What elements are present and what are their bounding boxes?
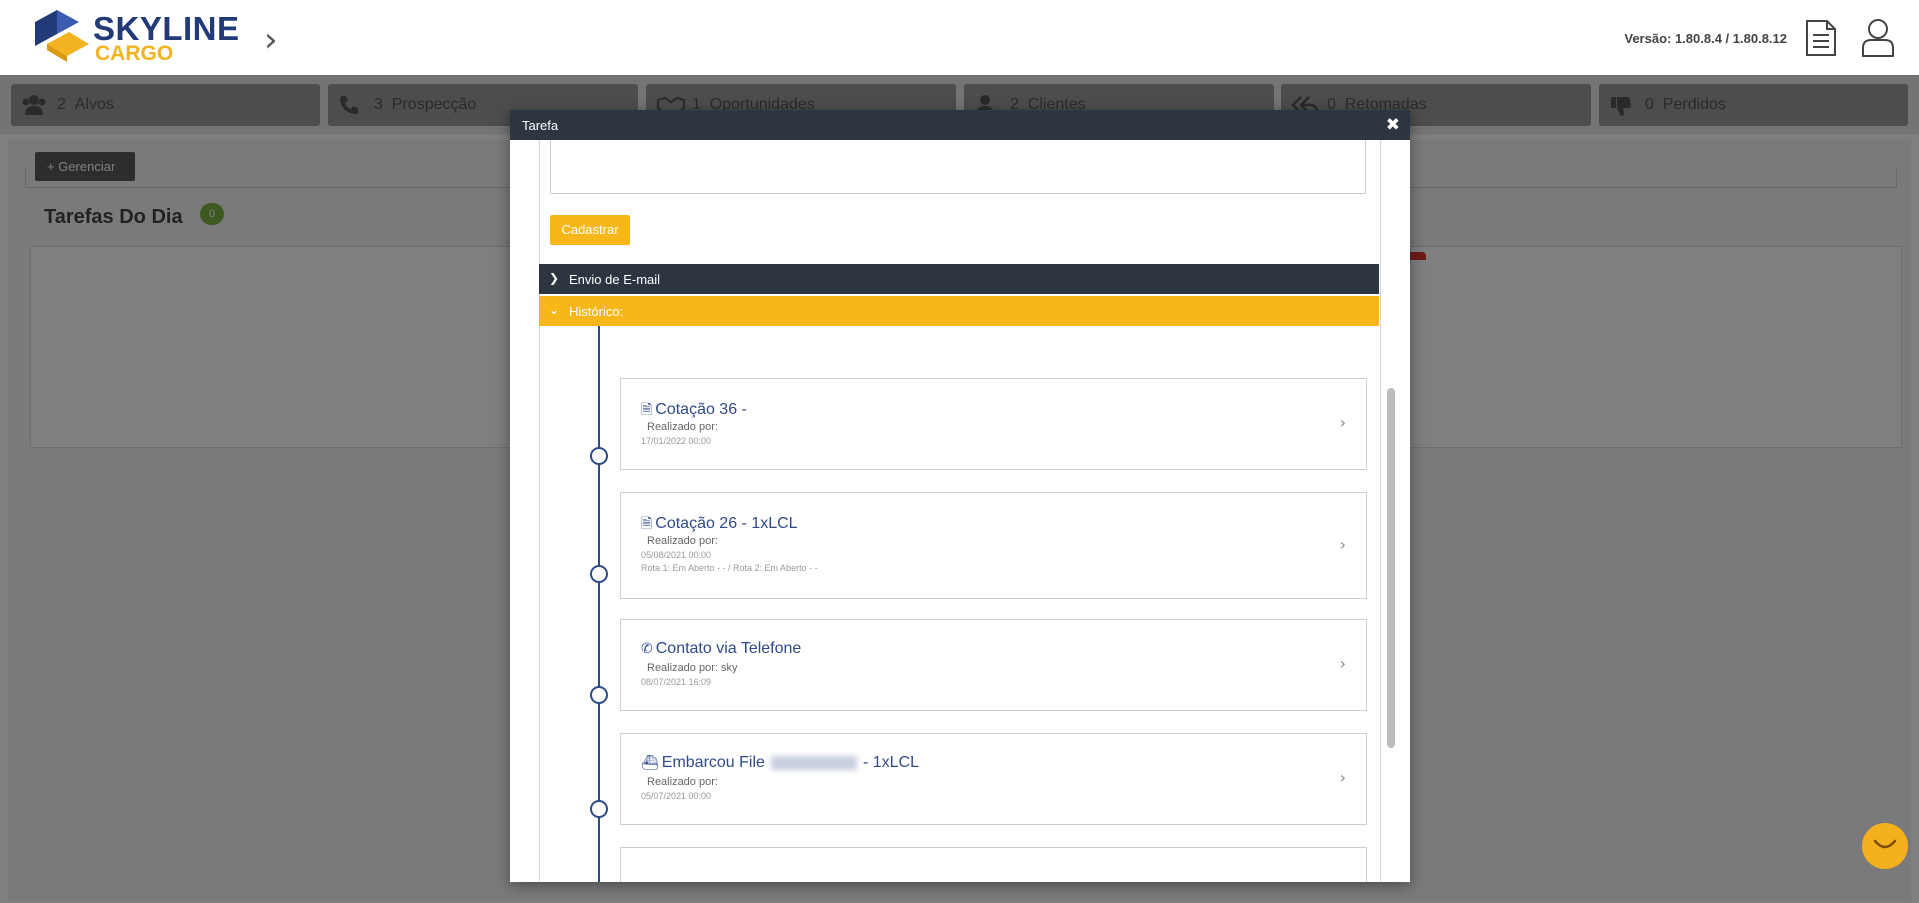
history-card[interactable]: 🗎 Cotação 26 - 1xLCL Realizado por: 05/08… [620,492,1367,599]
redacted-file-number [770,755,857,770]
modal-scrollbar-thumb[interactable] [1387,388,1395,748]
timeline-dot [590,565,608,583]
history-date: 05/08/2021 00:00 [641,550,712,560]
chat-icon [1873,839,1897,849]
history-date: 17/01/2022 00:00 [641,436,712,446]
register-button[interactable]: Cadastrar [550,215,630,245]
chevron-right-icon[interactable]: › [1340,654,1346,673]
timeline-dot [590,800,608,818]
chevron-right-icon[interactable]: › [264,20,278,60]
history-section-label: Histórico: [569,304,624,319]
history-performed-by: Realizado por: [647,421,718,433]
chevron-right-icon[interactable]: › [1340,535,1346,554]
user-icon[interactable] [1861,18,1895,63]
history-card[interactable]: 🗎 Cotação 36 - Realizado por: 17/01/2022 … [620,378,1367,470]
logo-mark-icon [35,10,89,62]
history-title: Cotação 26 - 1xLCL [655,515,798,532]
task-modal: Tarefa ✖ Cadastrar ❯ Envio de E-mail ⌄ H… [510,110,1410,882]
modal-body: Cadastrar ❯ Envio de E-mail ⌄ Histórico:… [510,140,1410,882]
close-icon[interactable]: ✖ [1386,115,1400,135]
history-route: Rota 1: Em Aberto - - / Rota 2: Em Abert… [641,563,818,573]
timeline-line [598,326,600,882]
history-card[interactable] [620,847,1367,882]
history-performed-by: Realizado por: [647,535,718,547]
phone-icon: ✆ [641,641,653,657]
chevron-right-icon[interactable]: › [1340,413,1346,432]
history-performed-by: Realizado por: [647,776,718,788]
modal-title: Tarefa [522,118,559,133]
history-performed-by: Realizado por: sky [647,662,738,674]
chevron-right-icon: ❯ [549,271,560,285]
history-date: 08/07/2021 16:09 [641,677,712,687]
history-title-prefix: Embarcou File [661,754,765,771]
ship-icon: ⛴ [641,755,659,771]
history-title: Cotação 36 - [655,401,747,418]
top-header: SKYLINE CARGO › Versão: 1.80.8.4 / 1.80.… [0,0,1919,76]
email-section-label: Envio de E-mail [569,272,661,287]
document-icon: 🗎 [641,516,653,532]
history-card[interactable]: ⛴ Embarcou File - 1xLCL Realizado por: 05/… [620,733,1367,825]
chat-button[interactable] [1862,823,1908,869]
chevron-down-icon: ⌄ [549,303,560,317]
logo-word-cargo: CARGO [95,42,174,65]
task-description-textarea[interactable] [550,140,1366,194]
history-title-suffix: - 1xLCL [862,754,919,771]
history-title: Contato via Telefone [655,640,802,657]
history-card[interactable]: ✆ Contato via Telefone Realizado por: sky… [620,619,1367,711]
timeline-dot [590,686,608,704]
email-section-header[interactable]: ❯ Envio de E-mail [539,264,1379,294]
history-section-header[interactable]: ⌄ Histórico: [539,296,1379,326]
document-icon: 🗎 [641,402,653,418]
modal-header: Tarefa ✖ [510,110,1410,140]
timeline-dot [590,447,608,465]
document-icon[interactable] [1805,19,1837,62]
chevron-right-icon[interactable]: › [1340,768,1346,787]
version-label: Versão: 1.80.8.4 / 1.80.8.12 [1624,31,1787,46]
skyline-cargo-logo[interactable]: SKYLINE CARGO [33,8,239,68]
history-date: 05/07/2021 00:00 [641,791,712,801]
